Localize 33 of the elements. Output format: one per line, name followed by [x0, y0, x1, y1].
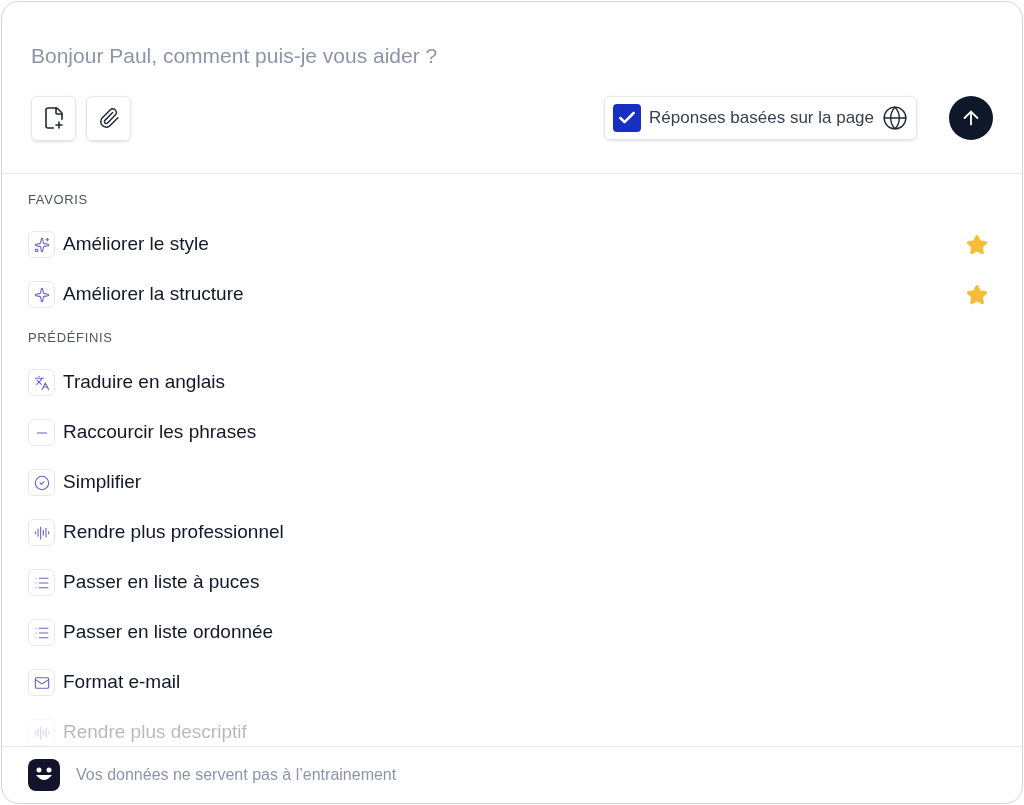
- menu-item[interactable]: Passer en liste à puces: [28, 557, 996, 608]
- toggle-label: Réponses basées sur la page: [649, 107, 874, 130]
- footer-note: Vos données ne servent pas à l’entrainement: [76, 765, 397, 785]
- section-heading: PRÉDÉFINIS: [28, 328, 114, 347]
- waveform-icon: [28, 519, 55, 546]
- menu-item[interactable]: Traduire en anglais: [28, 357, 996, 408]
- star-icon[interactable]: [966, 283, 988, 306]
- list-icon: [28, 569, 55, 596]
- sparkle-icon: [28, 281, 55, 308]
- menu-item[interactable]: Rendre plus professionnel: [28, 507, 996, 558]
- prompt-field[interactable]: Bonjour Paul, comment puis-je vous aider ?: [31, 40, 993, 72]
- waveform-icon: [28, 719, 55, 746]
- menu-item[interactable]: Format e-mail: [28, 657, 996, 708]
- mail-icon: [28, 669, 55, 696]
- menu-item[interactable]: Améliorer la structure: [28, 269, 996, 320]
- smiley-logo-icon: [28, 759, 60, 791]
- lines-icon: [28, 419, 55, 446]
- translate-icon: [28, 369, 55, 396]
- sparkles-icon: [28, 231, 55, 258]
- menu-item[interactable]: Raccourcir les phrases: [28, 407, 996, 458]
- star-icon[interactable]: [966, 233, 988, 256]
- menu-item[interactable]: Passer en liste ordonnée: [28, 607, 996, 658]
- attach-button[interactable]: [86, 95, 131, 141]
- add-note-button[interactable]: [31, 95, 76, 141]
- list-icon: [28, 619, 55, 646]
- page-toggle[interactable]: Réponses basées sur la page: [604, 96, 917, 140]
- menu-item[interactable]: Simplifier: [28, 457, 996, 508]
- checkbox[interactable]: [613, 104, 642, 132]
- send-button[interactable]: [949, 96, 993, 140]
- globe-icon: [882, 105, 908, 131]
- paperclip-icon: [97, 107, 120, 129]
- menu-item[interactable]: Améliorer le style: [28, 219, 996, 270]
- section-heading: FAVORIS: [28, 190, 89, 209]
